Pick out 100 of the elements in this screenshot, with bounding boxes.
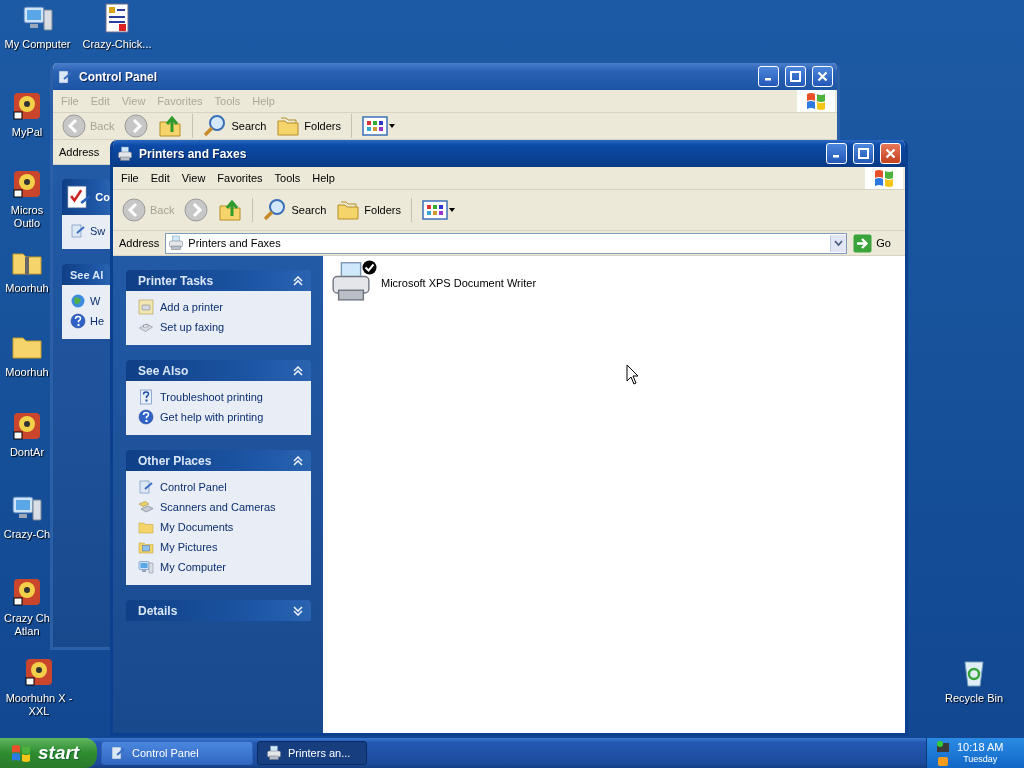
section-header[interactable]: See Also [126, 360, 311, 381]
forward-icon [184, 198, 209, 222]
icon-label[interactable]: Recycle Bin [944, 692, 1004, 705]
checklist-icon [66, 184, 92, 210]
back-icon [122, 198, 146, 222]
window-title: Printers and Faxes [139, 146, 248, 161]
maximize-button[interactable] [853, 143, 874, 164]
icon-label[interactable]: Moorhuhn X - XXL [5, 692, 73, 718]
expand-icon[interactable] [293, 605, 303, 616]
icon-label[interactable]: DontAr [9, 446, 45, 459]
task-link[interactable]: Troubleshoot printing [138, 389, 263, 405]
clock-time[interactable]: 10:18 AM [957, 741, 1004, 754]
app-icon [23, 656, 55, 688]
help-document-icon [138, 389, 154, 405]
folder-up-icon [158, 114, 183, 138]
maximize-icon [858, 148, 869, 159]
folders-button[interactable]: Folders [333, 198, 404, 222]
app-icon [11, 576, 43, 608]
address-field[interactable]: Printers and Faxes [165, 232, 848, 254]
icon-label[interactable]: Moorhuh [5, 366, 49, 379]
menu-item[interactable]: File [115, 172, 145, 184]
section-title: Printer Tasks [138, 273, 215, 288]
views-icon [362, 116, 396, 136]
task-link[interactable]: Get help with printing [138, 409, 264, 425]
task-link[interactable]: My Computer [138, 559, 227, 575]
section-header[interactable]: Co [62, 179, 110, 215]
tray-icons[interactable] [935, 740, 951, 766]
window-title: Control Panel [79, 69, 158, 84]
collapse-icon[interactable] [293, 275, 303, 286]
control-panel-icon [138, 479, 154, 495]
search-icon [203, 114, 228, 138]
menu-item[interactable]: Favorites [211, 172, 269, 184]
views-icon [422, 200, 456, 220]
maximize-icon [790, 71, 801, 82]
folders-button[interactable]: Folders [273, 114, 344, 138]
task-link[interactable]: Scanners and Cameras [138, 499, 276, 515]
section-header[interactable]: Details [126, 600, 311, 621]
windows-logo-icon [873, 168, 895, 188]
help-icon [70, 313, 86, 329]
dropdown-button[interactable] [830, 234, 847, 252]
icon-label[interactable]: Moorhuh [5, 282, 49, 295]
close-button[interactable] [812, 66, 833, 87]
search-button[interactable]: Search [200, 114, 270, 138]
icon-label[interactable]: Crazy-Ch [3, 528, 51, 541]
icon-label[interactable]: MyPal [11, 126, 43, 139]
app-icon [11, 168, 43, 200]
help-icon [138, 409, 154, 425]
task-link[interactable]: Set up faxing [138, 319, 225, 335]
folder-icon [138, 519, 154, 535]
collapse-icon[interactable] [293, 365, 303, 376]
windows-logo-icon [10, 743, 32, 763]
menu-item[interactable]: Help [306, 172, 341, 184]
printer-icon [168, 235, 185, 251]
pictures-folder-icon [138, 539, 154, 555]
minimize-button[interactable] [826, 143, 847, 164]
app-icon [11, 90, 43, 122]
task-link[interactable]: Sw [70, 223, 106, 239]
menu-item[interactable]: Tools [268, 172, 307, 184]
go-button[interactable]: Go [851, 233, 901, 253]
printer-icon [117, 145, 133, 162]
close-icon [885, 148, 896, 159]
task-link[interactable]: W [70, 293, 101, 309]
minimize-button[interactable] [758, 66, 779, 87]
icon-label[interactable]: My Computer [4, 38, 71, 51]
section-header[interactable]: Printer Tasks [126, 270, 311, 291]
printer-icon [266, 745, 282, 761]
taskbar-button[interactable]: Control Panel [101, 741, 253, 765]
menu-item[interactable]: View [175, 172, 212, 184]
search-icon [263, 198, 288, 222]
address-label: Address [58, 146, 101, 158]
close-button[interactable] [880, 143, 901, 164]
printer-icon [329, 260, 373, 304]
clock-day[interactable]: Tuesday [963, 754, 998, 765]
add-printer-icon [138, 299, 154, 315]
menu-item[interactable]: Edit [144, 172, 176, 184]
maximize-button[interactable] [785, 66, 806, 87]
task-link[interactable]: Control Panel [138, 479, 227, 495]
computer-icon [138, 559, 154, 575]
control-panel-icon [57, 68, 73, 85]
task-link[interactable]: Add a printer [138, 299, 223, 315]
collapse-icon[interactable] [293, 455, 303, 466]
printer-item[interactable]: Microsoft XPS Document Writer [329, 260, 537, 306]
task-link[interactable]: My Pictures [138, 539, 218, 555]
cursor-icon [626, 364, 639, 385]
section-title: See Also [138, 363, 190, 378]
taskbar-button[interactable]: Printers an... [257, 741, 367, 765]
icon-label[interactable]: Micros Outlo [10, 204, 44, 230]
icon-label[interactable]: Crazy Ch Atlan [4, 612, 50, 638]
task-link[interactable]: He [70, 313, 105, 329]
section-title: Other Places [138, 453, 213, 468]
section-header[interactable]: See Al [62, 264, 110, 285]
globe-icon [70, 293, 86, 309]
section-header[interactable]: Other Places [126, 450, 311, 471]
folder-up-icon [218, 198, 243, 222]
section-title: Co [95, 191, 110, 203]
icon-label[interactable]: Crazy-Chick... [82, 38, 152, 51]
start-button[interactable]: start [0, 738, 97, 768]
task-link[interactable]: My Documents [138, 519, 234, 535]
app-icon [11, 410, 43, 442]
search-button[interactable]: Search [260, 198, 330, 222]
